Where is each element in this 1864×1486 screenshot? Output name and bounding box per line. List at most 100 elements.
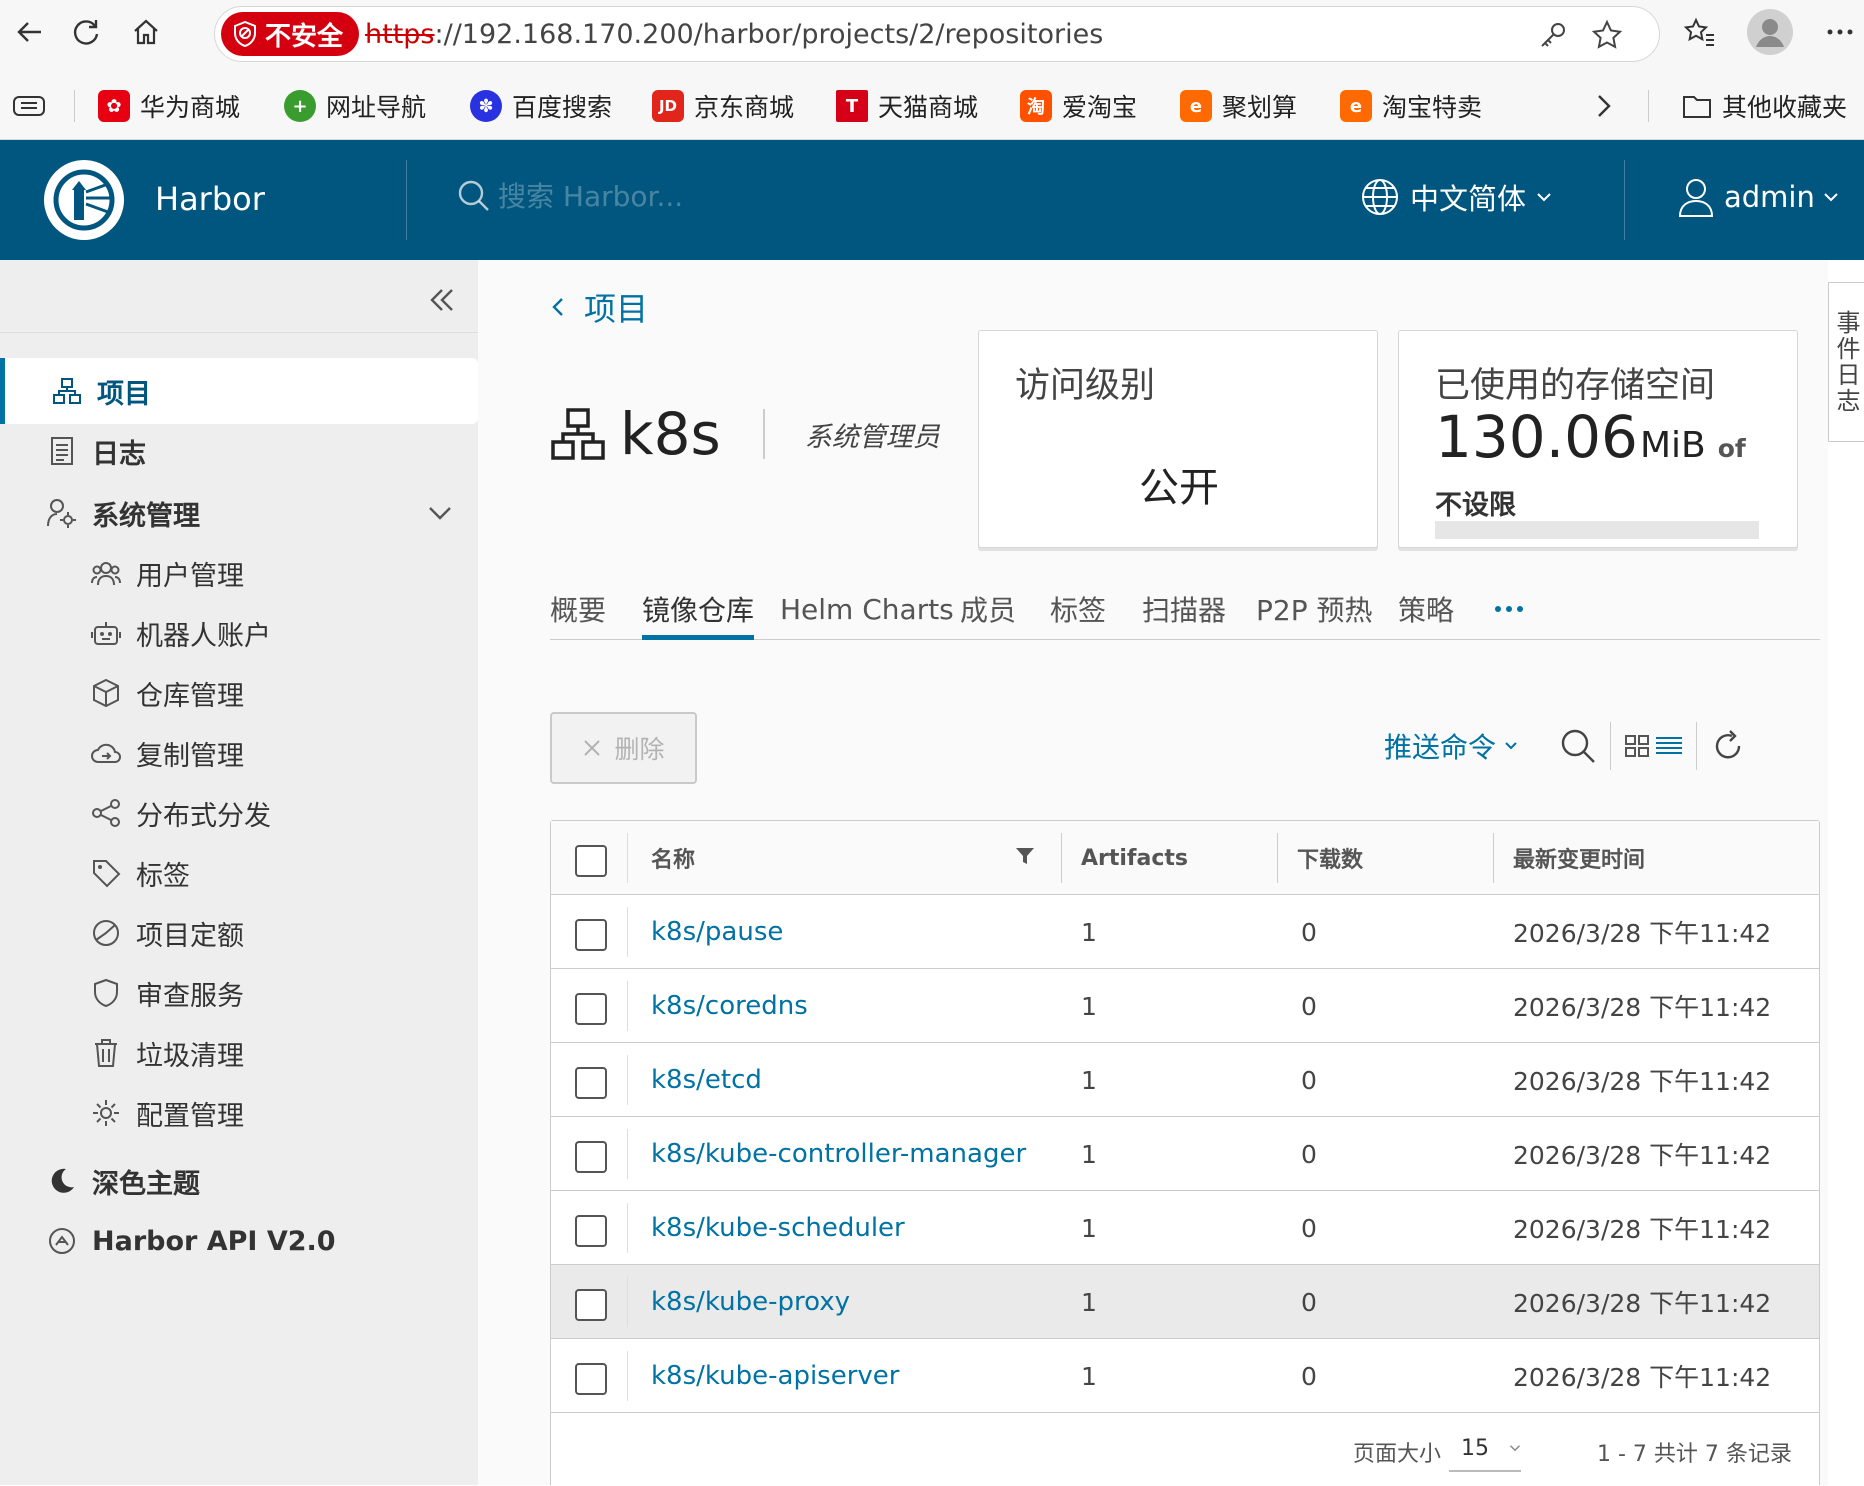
row-checkbox[interactable] bbox=[575, 1215, 607, 1247]
row-checkbox[interactable] bbox=[575, 993, 607, 1025]
storage-title: 已使用的存储空间 bbox=[1435, 366, 1716, 406]
tab-labels[interactable]: 标签 bbox=[1050, 578, 1106, 640]
language-selector[interactable]: 中文简体 bbox=[1360, 176, 1552, 218]
brand-name[interactable]: Harbor bbox=[155, 180, 265, 218]
address-bar[interactable]: 不安全 https://192.168.170.200/harbor/proje… bbox=[214, 6, 1660, 62]
repository-name-link[interactable]: k8s/coredns bbox=[651, 969, 808, 1043]
repository-name-link[interactable]: k8s/kube-controller-manager bbox=[651, 1117, 1026, 1191]
tab-repositories[interactable]: 镜像仓库 bbox=[642, 578, 755, 640]
row-checkbox[interactable] bbox=[575, 919, 607, 951]
harbor-api-link[interactable]: Harbor API V2.0 bbox=[0, 1208, 478, 1274]
row-checkbox[interactable] bbox=[575, 1363, 607, 1395]
url-path: ://192.168.170.200/harbor/projects/2/rep… bbox=[434, 19, 1104, 50]
sidebar-divider bbox=[0, 332, 478, 333]
bookmark-tmall[interactable]: T 天猫商城 bbox=[836, 86, 978, 126]
bookmark-huawei[interactable]: ✿ 华为商城 bbox=[98, 86, 240, 126]
key-icon[interactable] bbox=[1535, 17, 1571, 53]
sidebar-item-quotas[interactable]: 项目定额 bbox=[0, 900, 478, 966]
tab-scanner[interactable]: 扫描器 bbox=[1142, 578, 1226, 640]
tab-members[interactable]: 成员 bbox=[960, 578, 1016, 640]
sidebar-item-labels[interactable]: 标签 bbox=[0, 840, 478, 906]
tab-summary[interactable]: 概要 bbox=[550, 578, 606, 640]
bookmark-jd[interactable]: JD 京东商城 bbox=[652, 86, 794, 126]
bookmark-juhuasuan[interactable]: e 聚划算 bbox=[1180, 86, 1297, 126]
home-icon[interactable] bbox=[126, 12, 166, 52]
back-link-label: 项目 bbox=[584, 290, 649, 328]
bookmark-nav[interactable]: + 网址导航 bbox=[284, 86, 426, 126]
column-header-artifacts[interactable]: Artifacts bbox=[1081, 821, 1188, 895]
reload-icon[interactable] bbox=[66, 12, 106, 52]
url-text[interactable]: https://192.168.170.200/harbor/projects/… bbox=[365, 19, 1103, 50]
repository-name-link[interactable]: k8s/kube-scheduler bbox=[651, 1191, 905, 1265]
row-checkbox[interactable] bbox=[575, 1141, 607, 1173]
sidebar-item-projects[interactable]: 项目 bbox=[0, 358, 478, 424]
header-divider bbox=[406, 160, 407, 240]
filter-icon[interactable] bbox=[1015, 847, 1035, 865]
row-checkbox[interactable] bbox=[575, 1289, 607, 1321]
bookmark-aitaobao[interactable]: 淘 爱淘宝 bbox=[1020, 86, 1137, 126]
search-icon[interactable] bbox=[1556, 724, 1600, 768]
table-row: k8s/pause 1 0 2026/3/28 下午11:42 bbox=[551, 895, 1819, 969]
repository-name-link[interactable]: k8s/etcd bbox=[651, 1043, 762, 1117]
bookmark-baidu[interactable]: ✽ 百度搜索 bbox=[470, 86, 612, 126]
log-document-icon bbox=[46, 435, 78, 467]
page-size-select[interactable]: 15 bbox=[1449, 1426, 1521, 1472]
sidebar-item-robots[interactable]: 机器人账户 bbox=[0, 600, 478, 666]
sidebar-item-gc[interactable]: 垃圾清理 bbox=[0, 1020, 478, 1086]
gear-icon bbox=[90, 1097, 122, 1129]
table-footer: 页面大小 15 1 - 7 共计 7 条记录 bbox=[551, 1416, 1819, 1486]
tab-p2p-preheat[interactable]: P2P 预热 bbox=[1256, 578, 1373, 640]
search-input[interactable] bbox=[498, 179, 898, 213]
sidebar-item-config[interactable]: 配置管理 bbox=[0, 1080, 478, 1146]
repo-toolbar: 删除 推送命令 bbox=[550, 712, 1820, 786]
delete-button[interactable]: 删除 bbox=[550, 712, 697, 784]
downloads-count: 0 bbox=[1301, 1213, 1317, 1243]
chevron-down-icon bbox=[1509, 1445, 1521, 1452]
sidebar-item-registries[interactable]: 仓库管理 bbox=[0, 660, 478, 726]
collapse-sidebar-icon[interactable] bbox=[424, 282, 460, 318]
view-toggle-icon[interactable] bbox=[1622, 724, 1686, 768]
sidebar-item-distribution[interactable]: 分布式分发 bbox=[0, 780, 478, 846]
user-menu[interactable]: admin bbox=[1676, 176, 1839, 218]
chevron-right-icon[interactable] bbox=[1594, 86, 1614, 126]
more-tabs-icon[interactable] bbox=[1494, 578, 1524, 640]
repository-name-link[interactable]: k8s/kube-proxy bbox=[651, 1265, 850, 1339]
row-checkbox[interactable] bbox=[575, 1067, 607, 1099]
sidebar-item-interrogation[interactable]: 审查服务 bbox=[0, 960, 478, 1026]
event-log-tab[interactable]: 事件日志 bbox=[1828, 282, 1864, 442]
favorites-list-icon[interactable] bbox=[1680, 12, 1720, 52]
select-all-checkbox[interactable] bbox=[575, 845, 607, 877]
reading-list-icon[interactable] bbox=[12, 86, 46, 126]
favorite-star-icon[interactable] bbox=[1589, 17, 1625, 53]
chevron-down-icon bbox=[428, 506, 452, 520]
security-warning-badge[interactable]: 不安全 bbox=[221, 12, 360, 56]
push-command-dropdown[interactable]: 推送命令 bbox=[1384, 726, 1518, 766]
column-header-updated[interactable]: 最新变更时间 bbox=[1513, 821, 1645, 895]
artifacts-count: 1 bbox=[1081, 1213, 1097, 1243]
more-menu-icon[interactable] bbox=[1820, 12, 1860, 52]
repository-name-link[interactable]: k8s/pause bbox=[651, 895, 783, 969]
bookmark-other-folder[interactable]: 其他收藏夹 bbox=[1682, 86, 1847, 126]
sidebar-item-label: 审查服务 bbox=[136, 980, 244, 1012]
sidebar-item-admin[interactable]: 系统管理 bbox=[0, 480, 478, 546]
column-header-name[interactable]: 名称 bbox=[651, 821, 695, 895]
tab-policy[interactable]: 策略 bbox=[1398, 578, 1454, 640]
sidebar-item-replication[interactable]: 复制管理 bbox=[0, 720, 478, 786]
back-arrow-icon[interactable] bbox=[10, 12, 50, 52]
sidebar-item-logs[interactable]: 日志 bbox=[0, 418, 478, 484]
profile-avatar[interactable] bbox=[1746, 8, 1794, 56]
global-search[interactable] bbox=[456, 178, 898, 214]
bookmark-taobao-sale[interactable]: e 淘宝特卖 bbox=[1340, 86, 1482, 126]
taobao-logo-icon: 淘 bbox=[1020, 90, 1052, 122]
back-to-projects-link[interactable]: 项目 bbox=[550, 284, 648, 330]
users-group-icon bbox=[90, 557, 122, 589]
repository-name-link[interactable]: k8s/kube-apiserver bbox=[651, 1339, 900, 1413]
dark-theme-toggle[interactable]: 深色主题 bbox=[0, 1148, 478, 1214]
refresh-icon[interactable] bbox=[1706, 724, 1750, 768]
bookmark-label: 华为商城 bbox=[140, 93, 241, 122]
downloads-count: 0 bbox=[1301, 1065, 1317, 1095]
tab-helm-charts[interactable]: Helm Charts bbox=[780, 578, 954, 640]
sidebar-item-users[interactable]: 用户管理 bbox=[0, 540, 478, 606]
harbor-logo-icon[interactable] bbox=[44, 160, 124, 240]
column-header-downloads[interactable]: 下载数 bbox=[1297, 821, 1363, 895]
